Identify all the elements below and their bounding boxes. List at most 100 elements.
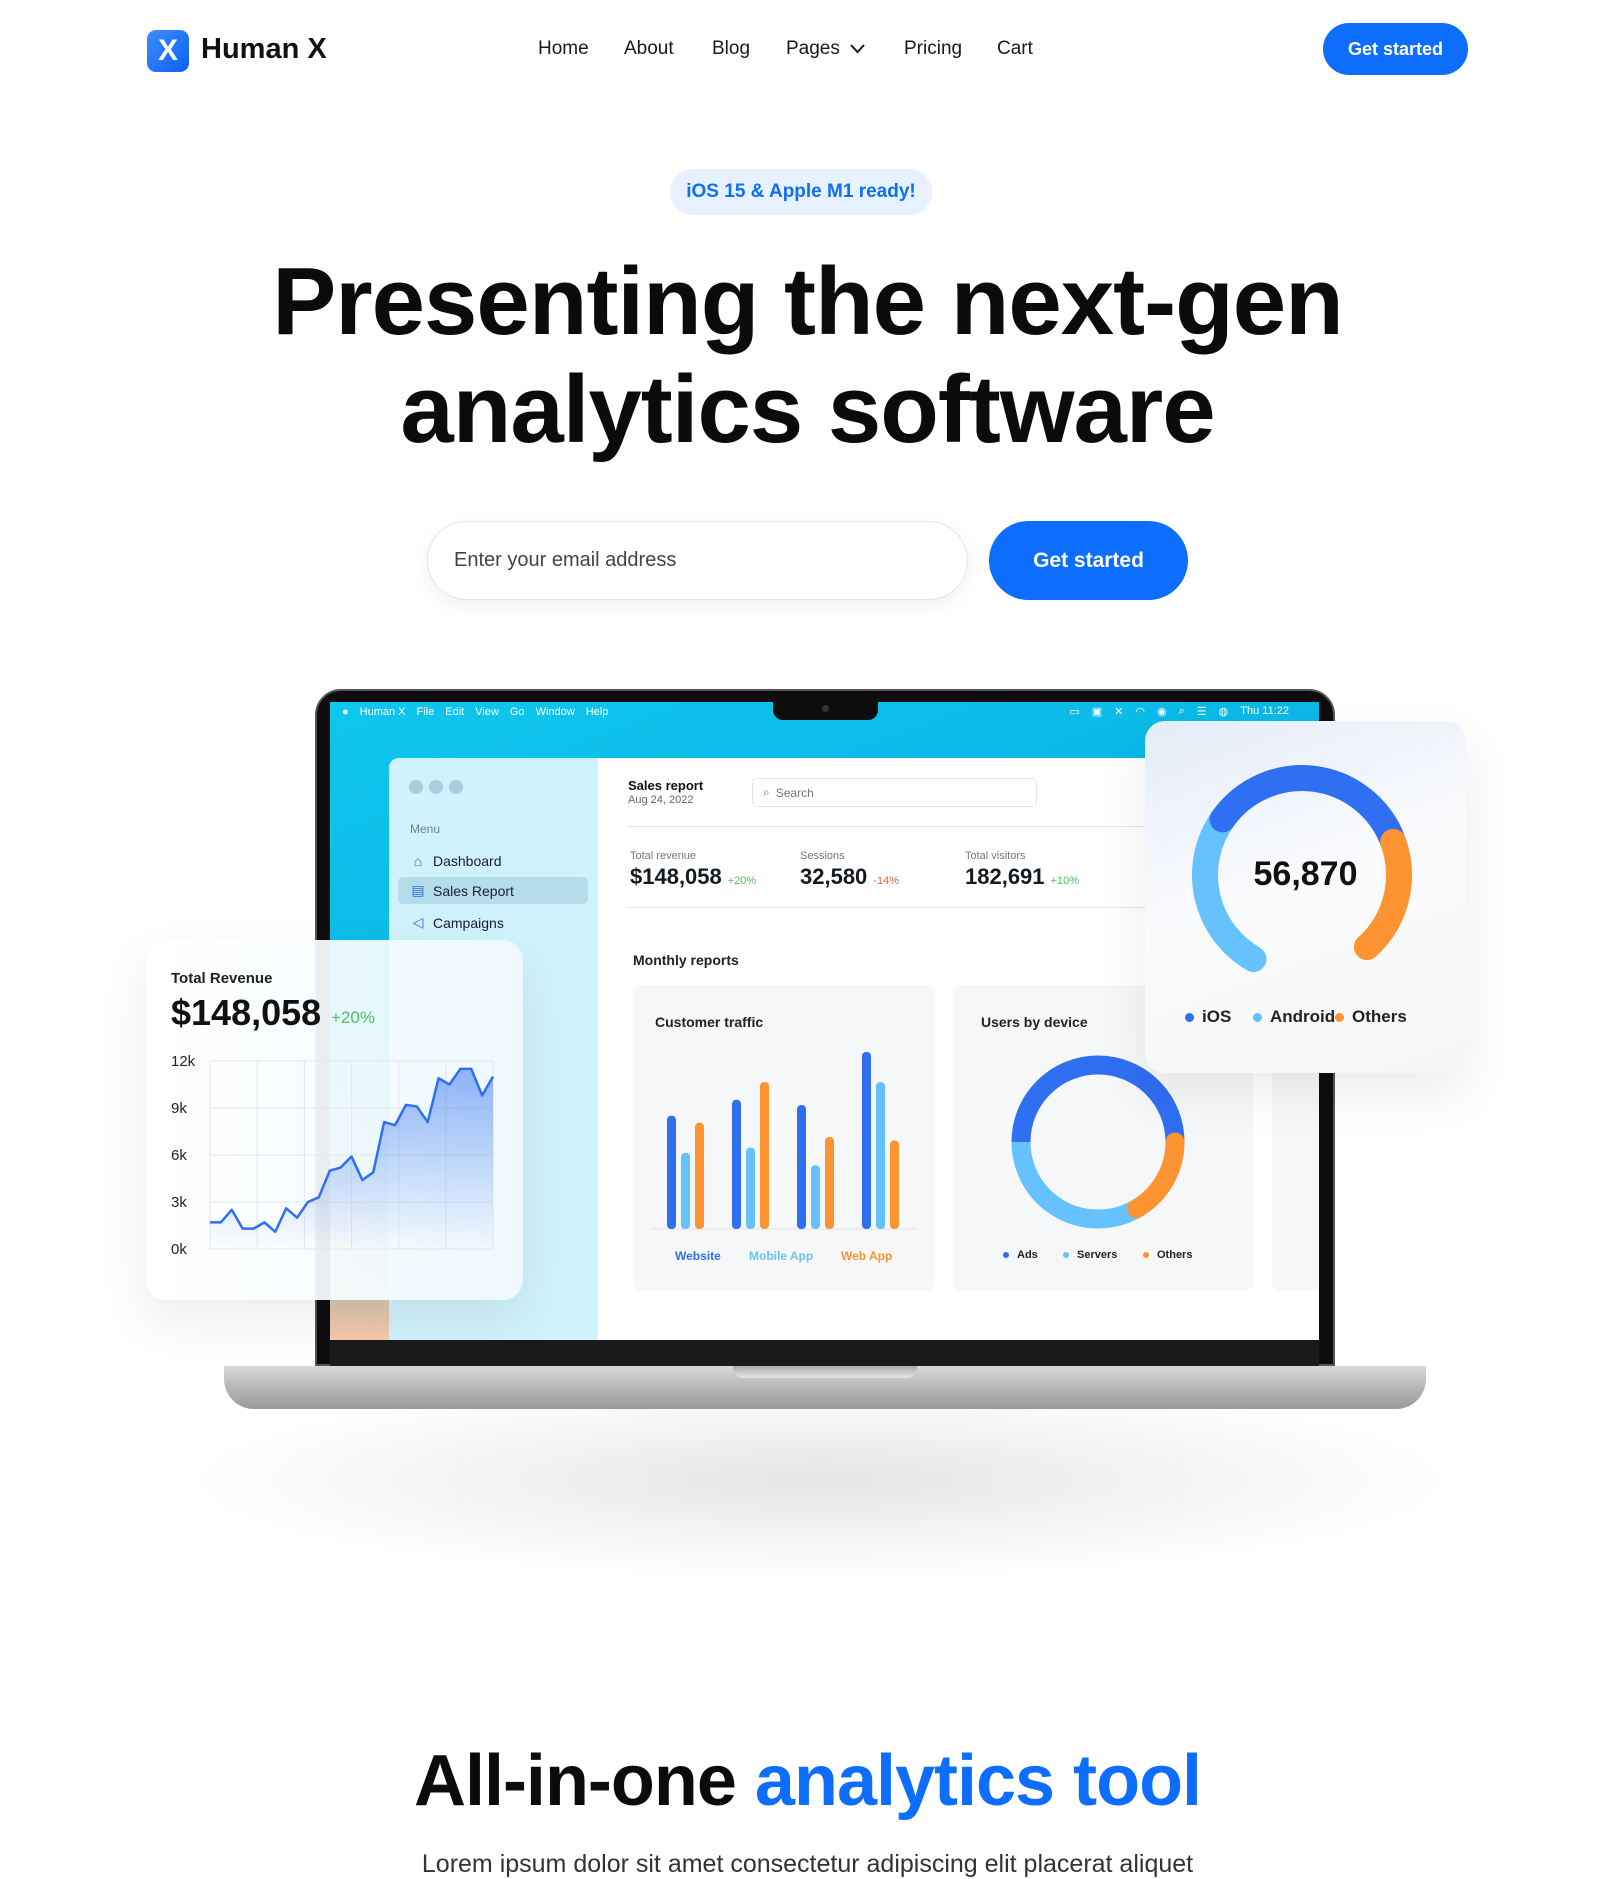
bar — [695, 1122, 704, 1229]
legend-label: Android — [1270, 1007, 1336, 1026]
menu-go[interactable]: Go — [510, 706, 525, 718]
hero-get-started-button[interactable]: Get started — [989, 521, 1188, 600]
monthly-reports-title: Monthly reports — [633, 952, 739, 968]
bar — [797, 1105, 806, 1229]
sidebar-item-sales-report[interactable]: ▤ Sales Report — [398, 877, 588, 904]
customer-traffic-card: Customer traffic Website Mobile App Web Ap… — [634, 985, 934, 1291]
bar — [760, 1082, 769, 1229]
stat-label: Total visitors — [965, 850, 1026, 862]
control-center-icon[interactable]: ☰ — [1197, 705, 1207, 718]
nav-cart[interactable]: Cart — [997, 38, 1033, 60]
megaphone-icon: ◁ — [412, 914, 424, 930]
email-input[interactable] — [427, 521, 968, 600]
stat-label: Total revenue — [630, 850, 697, 862]
stat-label: Sessions — [800, 850, 845, 862]
hero-title-line2: analytics software — [400, 356, 1215, 463]
menu-edit[interactable]: Edit — [445, 706, 464, 718]
keyboard-icon[interactable]: ▣ — [1092, 705, 1102, 718]
customer-traffic-chart: Website Mobile App Web App — [652, 1052, 916, 1263]
sidebar-item-label: Dashboard — [433, 852, 502, 869]
nav-pricing[interactable]: Pricing — [904, 38, 962, 60]
legend-dot — [1063, 1252, 1069, 1258]
legend-dot — [1143, 1252, 1149, 1258]
donut-center-value: 56,870 — [1253, 855, 1358, 893]
menu-file[interactable]: File — [417, 706, 435, 718]
wifi-icon[interactable]: ◠ — [1135, 705, 1145, 718]
bar — [862, 1052, 871, 1229]
home-icon: ⌂ — [413, 852, 423, 869]
bar — [890, 1140, 899, 1229]
sidebar-item-campaigns[interactable]: ◁ Campaigns — [398, 909, 588, 936]
legend-dot — [1335, 1012, 1344, 1022]
bar — [746, 1147, 755, 1229]
menu-view[interactable]: View — [475, 706, 499, 718]
menu-app[interactable]: Human X — [360, 706, 406, 718]
release-badge: iOS 15 & Apple M1 ready! — [670, 169, 932, 215]
legend-label: iOS — [1202, 1007, 1232, 1026]
report-title: Sales report — [628, 778, 704, 793]
status-area: ▭ ▣ ✕ ◠ ◉ ⌕ ☰ ◍ Thu 11:22 — [1069, 705, 1289, 718]
window-close-button[interactable] — [409, 780, 423, 794]
legend-label: Website — [675, 1249, 721, 1263]
airplay-icon[interactable]: ▭ — [1069, 705, 1079, 718]
sidebar-item-dashboard[interactable]: ⌂ Dashboard — [398, 847, 588, 874]
legend-dot — [1185, 1012, 1194, 1022]
chart-icon: ▤ — [411, 882, 425, 898]
siri-icon[interactable]: ◍ — [1219, 705, 1229, 718]
nav-blog[interactable]: Blog — [712, 38, 750, 60]
nav-home[interactable]: Home — [538, 38, 589, 60]
search-input[interactable]: ⌕ Search — [752, 778, 1037, 807]
stat-item: 182,691 +10% — [965, 864, 1079, 890]
menu-window[interactable]: Window — [536, 706, 575, 718]
bar — [825, 1136, 834, 1229]
hero-title-line1: Presenting the next-gen — [272, 248, 1344, 355]
donut-segment-ios — [1209, 765, 1407, 855]
bar — [667, 1115, 676, 1229]
brand-name[interactable]: Human X — [201, 33, 327, 66]
legend-label: Web App — [841, 1249, 892, 1263]
stat-value: 182,691 — [965, 864, 1045, 889]
window-zoom-button[interactable] — [449, 780, 463, 794]
legend-item: Servers — [1063, 1249, 1117, 1261]
nav-about[interactable]: About — [624, 38, 674, 60]
get-started-button[interactable]: Get started — [1323, 23, 1468, 75]
apple-icon[interactable]: ● — [342, 706, 349, 718]
section-title: All-in-one analytics tool — [0, 1740, 1615, 1822]
donut-segment-ads — [1011, 1055, 1185, 1152]
legend-dot — [1253, 1012, 1262, 1022]
hero-title: Presenting the next-gen analytics softwar… — [0, 248, 1615, 464]
menu-help[interactable]: Help — [586, 706, 609, 718]
window-minimize-button[interactable] — [429, 780, 443, 794]
stat-change: -14% — [873, 875, 899, 887]
mute-icon[interactable]: ✕ — [1114, 705, 1123, 718]
legend-item: Others — [1335, 1007, 1407, 1027]
y-tick-label: 3k — [171, 1194, 187, 1211]
stat-item: $148,058 +20% — [630, 864, 756, 890]
search-icon[interactable]: ⌕ — [1179, 705, 1185, 718]
bar — [811, 1165, 820, 1229]
bar — [876, 1082, 885, 1229]
donut-segment-others — [1127, 1132, 1185, 1219]
laptop-hinge — [330, 1340, 1319, 1366]
sidebar-item-label: Sales Report — [433, 882, 514, 899]
legend-item: Ads — [1003, 1249, 1038, 1261]
legend-item: Android — [1253, 1007, 1335, 1027]
stat-item: 32,580 -14% — [800, 864, 899, 890]
logo-icon[interactable]: X — [147, 30, 189, 72]
legend-label: Others — [1352, 1007, 1407, 1026]
section-title-highlight: analytics tool — [754, 1741, 1202, 1821]
search-icon: ⌕ — [763, 785, 770, 799]
stat-change: +20% — [727, 875, 757, 887]
user-icon[interactable]: ◉ — [1157, 705, 1167, 718]
legend-label: Mobile App — [749, 1249, 813, 1263]
chevron-down-icon[interactable] — [850, 44, 865, 54]
stat-value: 32,580 — [800, 864, 868, 889]
report-date: Aug 24, 2022 — [628, 794, 694, 806]
y-tick-label: 12k — [171, 1053, 196, 1070]
search-placeholder: Search — [775, 785, 814, 800]
section-title-dark: All-in-one — [413, 1741, 737, 1821]
legend-label: Ads — [1017, 1249, 1038, 1261]
clock[interactable]: Thu 11:22 — [1240, 705, 1289, 718]
stat-change: +10% — [1050, 875, 1079, 887]
nav-pages[interactable]: Pages — [786, 38, 840, 60]
